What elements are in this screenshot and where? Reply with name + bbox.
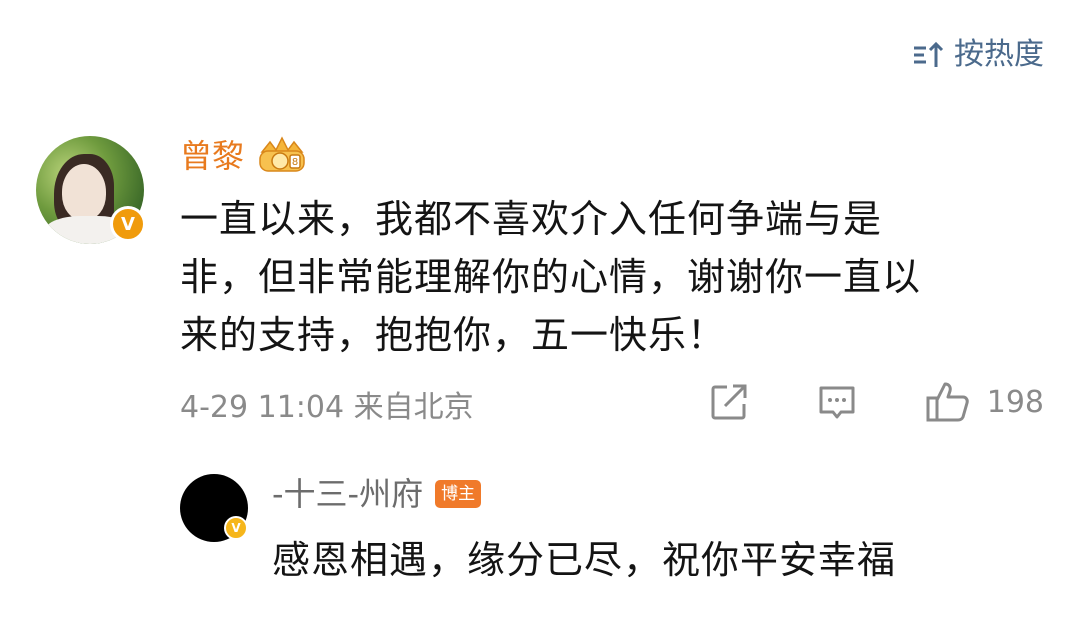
reply-verified-badge: V	[224, 516, 248, 540]
like-count: 198	[986, 384, 1044, 420]
reply-author: -十三-州府 博主	[272, 472, 482, 516]
reply-author-name[interactable]: -十三-州府	[272, 472, 423, 516]
like-button[interactable]: 198	[925, 380, 1044, 424]
comment-body: 一直以来，我都不喜欢介入任何争端与是 非，但非常能理解你的心情，谢谢你一直以 来…	[180, 190, 1020, 364]
comment-line: 来的支持，抱抱你，五一快乐！	[180, 313, 727, 357]
share-button[interactable]	[709, 382, 749, 422]
reply-body: 感恩相遇，缘分已尽，祝你平安幸福	[272, 538, 897, 582]
comment-author: 曾黎 8	[180, 134, 308, 178]
comment-line: 一直以来，我都不喜欢介入任何争端与是	[180, 197, 883, 241]
sort-by-heat-button[interactable]: 按热度	[912, 34, 1044, 76]
verified-badge: V	[110, 206, 146, 242]
comment-thread: 按热度 V 曾黎 8 一直以来，我都不喜欢介入任何争端与是 非，但非常能理解你的…	[0, 0, 1080, 620]
crown-badge-icon[interactable]: 8	[256, 136, 308, 176]
sort-icon	[914, 41, 944, 67]
share-icon	[711, 384, 747, 420]
thumbs-up-icon	[926, 382, 969, 422]
sort-label: 按热度	[954, 37, 1044, 72]
svg-text:8: 8	[292, 157, 298, 168]
comment-meta: 4-29 11:04 来自北京	[180, 390, 474, 425]
comment-author-name[interactable]: 曾黎	[180, 134, 244, 178]
reply-button[interactable]	[817, 382, 857, 422]
comment-line: 非，但非常能理解你的心情，谢谢你一直以	[180, 255, 922, 299]
avatar[interactable]: V	[36, 136, 146, 244]
blogger-tag: 博主	[435, 480, 482, 508]
comment-icon	[819, 386, 855, 419]
comment-actions: 198	[709, 380, 1044, 424]
reply-avatar[interactable]: V	[180, 474, 248, 542]
